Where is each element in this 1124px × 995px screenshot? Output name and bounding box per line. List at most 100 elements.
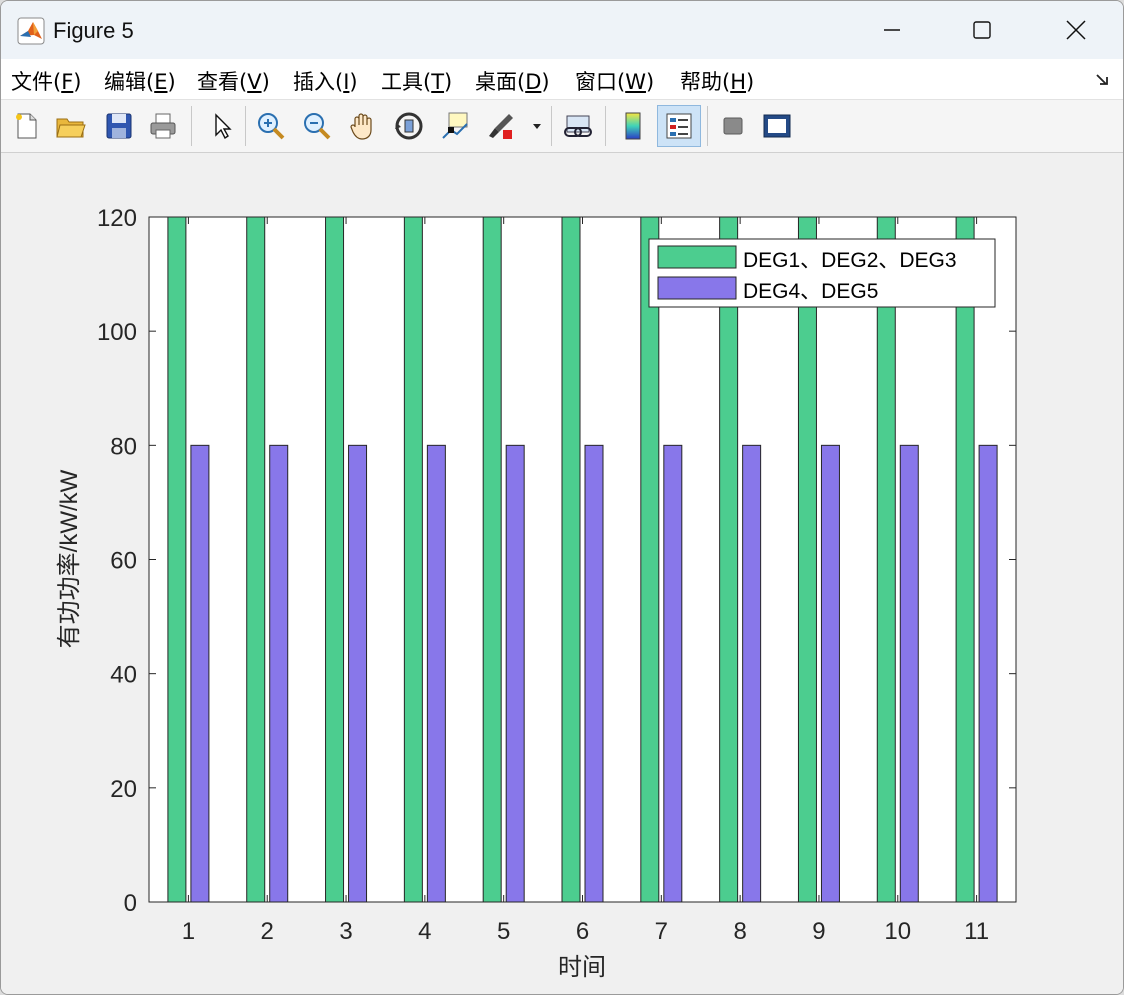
- colorbar-button[interactable]: [613, 106, 653, 146]
- x-tick-label: 2: [261, 918, 274, 945]
- menu-tools[interactable]: 工具(T): [381, 66, 452, 96]
- x-tick-label: 4: [418, 918, 431, 945]
- bar-series-1-9[interactable]: [797, 216, 817, 903]
- zoom-in-button[interactable]: [251, 106, 291, 146]
- x-tick-label: 6: [576, 918, 589, 945]
- minimize-button[interactable]: [847, 1, 937, 59]
- bar-series-1-6[interactable]: [561, 216, 581, 903]
- close-icon: [1066, 20, 1086, 40]
- zoom-in-icon: [258, 113, 285, 140]
- y-axis-label: 有功功率/kW/kW: [56, 469, 83, 648]
- hide-plot-tools-icon: [723, 117, 743, 135]
- legend-swatch-series-1: [657, 245, 737, 269]
- menu-file[interactable]: 文件(F): [11, 66, 82, 96]
- y-tick-label: 20: [110, 776, 137, 803]
- data-cursor-icon: [442, 112, 468, 139]
- bar-series-2-9[interactable]: [820, 444, 840, 903]
- bar-series-1-5[interactable]: [482, 216, 502, 903]
- menu-help-key: H: [730, 70, 746, 94]
- dock-arrow-icon[interactable]: [1095, 71, 1111, 87]
- menu-file-key: F: [61, 70, 74, 94]
- bar-series-2-7[interactable]: [663, 444, 683, 903]
- toolbar-separator: [707, 106, 708, 146]
- legend-label-series-1: DEG1、DEG2、DEG3: [743, 249, 957, 272]
- hide-plot-tools-button[interactable]: [713, 106, 753, 146]
- bar-series-2-4[interactable]: [426, 444, 446, 903]
- menu-tools-label: 工具(: [381, 70, 432, 94]
- bar-series-2-8[interactable]: [742, 444, 762, 903]
- brush-dropdown[interactable]: [527, 106, 547, 146]
- bar-series-1-4[interactable]: [403, 216, 423, 903]
- figure-canvas[interactable]: 1 2 3 4 5 6 7 8 9 10 11 0 20 40 60 80 100 120 时间 有功功率/kW/…: [1, 153, 1123, 994]
- x-tick-label: 9: [812, 918, 825, 945]
- bar-series-2-10[interactable]: [899, 444, 919, 903]
- menu-view-key: V: [247, 70, 262, 94]
- bar-series-1-2[interactable]: [246, 216, 266, 903]
- window-title: Figure 5: [53, 18, 134, 43]
- menu-edit[interactable]: 编辑(E): [104, 66, 176, 96]
- open-file-icon: [56, 118, 86, 138]
- legend[interactable]: DEG1、DEG2、DEG3 DEG4、DEG5: [648, 238, 996, 308]
- link-plot-button[interactable]: [559, 106, 599, 146]
- x-axis-label: 时间: [558, 954, 606, 981]
- pan-button[interactable]: [343, 106, 383, 146]
- menu-window-close: ): [645, 70, 655, 94]
- figure-window: Figure 5 文件(F) 编辑(E) 查看(V) 插入(I) 工具(T) 桌…: [0, 0, 1124, 995]
- print-icon: [150, 113, 176, 139]
- colorbar-icon: [625, 112, 641, 140]
- new-figure-button[interactable]: [7, 106, 47, 146]
- maximize-button[interactable]: [937, 1, 1027, 59]
- y-tick-label: 40: [110, 662, 137, 689]
- bar-series-2-2[interactable]: [269, 444, 289, 903]
- close-button[interactable]: [1031, 1, 1121, 59]
- save-icon: [106, 113, 132, 139]
- bar-series-1-7[interactable]: [640, 216, 660, 903]
- brush-button[interactable]: [481, 106, 521, 146]
- x-tick-label: 7: [655, 918, 668, 945]
- menu-window[interactable]: 窗口(W): [575, 66, 654, 96]
- menu-desktop[interactable]: 桌面(D): [475, 66, 550, 96]
- menu-help[interactable]: 帮助(H): [680, 66, 754, 96]
- open-file-button[interactable]: [51, 106, 91, 146]
- menu-desktop-close: ): [541, 70, 550, 94]
- legend-button[interactable]: [657, 105, 701, 147]
- data-cursor-button[interactable]: [435, 106, 475, 146]
- save-button[interactable]: [99, 106, 139, 146]
- menu-bar: 文件(F) 编辑(E) 查看(V) 插入(I) 工具(T) 桌面(D) 窗口(W…: [1, 59, 1123, 100]
- menu-edit-close: ): [167, 70, 176, 94]
- y-tick-label: 80: [110, 433, 137, 460]
- legend-label-series-2: DEG4、DEG5: [743, 280, 878, 303]
- bar-series-2-5[interactable]: [505, 444, 525, 903]
- menu-tools-close: ): [444, 70, 453, 94]
- menu-tools-key: T: [431, 70, 445, 94]
- menu-desktop-key: D: [525, 70, 542, 94]
- x-tick-label: 5: [497, 918, 510, 945]
- bar-series-2-11[interactable]: [978, 444, 998, 903]
- menu-insert[interactable]: 插入(I): [293, 66, 358, 96]
- menu-insert-label: 插入(: [293, 70, 344, 94]
- zoom-out-button[interactable]: [297, 106, 337, 146]
- bar-series-1-3[interactable]: [325, 216, 345, 903]
- brush-icon: [489, 114, 513, 139]
- bar-series-2-1[interactable]: [190, 444, 210, 903]
- y-tick-label: 100: [97, 319, 137, 346]
- bar-series-1-10[interactable]: [876, 216, 896, 903]
- print-button[interactable]: [143, 106, 183, 146]
- bar-series-1-11[interactable]: [955, 216, 975, 903]
- select-arrow-button[interactable]: [201, 106, 241, 146]
- bar-series-2-3[interactable]: [348, 444, 368, 903]
- toolbar-separator: [245, 106, 246, 146]
- rotate-3d-button[interactable]: [389, 106, 429, 146]
- show-plot-tools-button[interactable]: [757, 106, 797, 146]
- menu-view[interactable]: 查看(V): [197, 66, 270, 96]
- menu-insert-close: ): [349, 70, 358, 94]
- zoom-out-icon: [304, 113, 331, 140]
- bar-series-2-6[interactable]: [584, 444, 604, 903]
- title-bar[interactable]: Figure 5: [1, 1, 1123, 59]
- bar-chart[interactable]: 1 2 3 4 5 6 7 8 9 10 11 0 20 40 60 80 100 120 时间 有功功率/kW/…: [1, 153, 1123, 994]
- bar-series-1-1[interactable]: [167, 216, 187, 903]
- y-tick-label: 0: [124, 890, 137, 917]
- toolbar-separator: [551, 106, 552, 146]
- menu-window-label: 窗口(: [575, 70, 626, 94]
- bar-series-1-8[interactable]: [719, 216, 739, 903]
